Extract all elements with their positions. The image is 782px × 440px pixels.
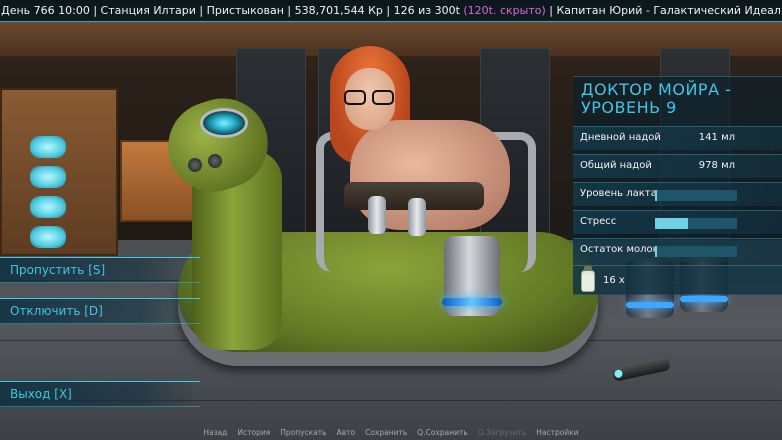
quick-auto-button[interactable]: Авто bbox=[337, 428, 356, 440]
exit-button[interactable]: Выход [X] bbox=[0, 381, 200, 407]
quick-settings-button[interactable]: Настройки bbox=[536, 428, 578, 440]
stat-milk-left: Остаток молока bbox=[573, 238, 782, 262]
stat-total-yield: Общий надой 978 мл bbox=[573, 154, 782, 178]
stat-value: 978 мл bbox=[698, 160, 735, 171]
stress-bar bbox=[655, 218, 737, 229]
glasses-icon bbox=[344, 90, 396, 106]
machine-knob bbox=[208, 154, 222, 168]
quick-qload-button: Q.Загрузить bbox=[477, 428, 527, 437]
collection-canister bbox=[442, 236, 502, 316]
milk-bottle-icon bbox=[581, 266, 595, 292]
machine-knob bbox=[188, 158, 202, 172]
cargo-capacity: 126 из 300t bbox=[393, 4, 460, 17]
quick-skip-button[interactable]: Пропускать bbox=[280, 428, 326, 440]
stat-lactation: Уровень лактации bbox=[573, 182, 782, 206]
stat-stress: Стресс bbox=[573, 210, 782, 234]
quick-save-button[interactable]: Сохранить bbox=[365, 428, 407, 440]
station-name: Станция Илтари bbox=[100, 4, 196, 17]
stat-value: 141 мл bbox=[698, 132, 735, 143]
disable-button[interactable]: Отключить [D] bbox=[0, 298, 200, 324]
stat-label: Общий надой bbox=[580, 160, 652, 171]
hidden-cargo: (120t. скрыто) bbox=[463, 4, 546, 17]
status-bar: День 766 10:00 | Станция Илтари | Присты… bbox=[0, 0, 782, 22]
stat-daily-yield: Дневной надой 141 мл bbox=[573, 126, 782, 150]
skip-button[interactable]: Пропустить [S] bbox=[0, 257, 200, 283]
dock-status: Пристыкован bbox=[206, 4, 284, 17]
suction-cup bbox=[408, 198, 426, 236]
clock: 10:00 bbox=[58, 4, 90, 17]
machine-lens-icon bbox=[200, 108, 248, 138]
quick-qsave-button[interactable]: Q.Сохранить bbox=[417, 428, 467, 440]
inventory-item[interactable]: 16 x bbox=[573, 265, 782, 295]
character-stats-panel: ДОКТОР МОЙРА - УРОВЕНЬ 9 Дневной надой 1… bbox=[573, 76, 782, 295]
item-count: 16 x bbox=[603, 275, 625, 286]
quick-back-button[interactable]: Назад bbox=[203, 428, 227, 440]
milk-left-bar bbox=[655, 246, 737, 257]
character-title: ДОКТОР МОЙРА - УРОВЕНЬ 9 bbox=[581, 80, 732, 117]
quick-history-button[interactable]: История bbox=[237, 428, 270, 440]
stat-label: Дневной надой bbox=[580, 132, 661, 143]
captain-title: Капитан Юрий - Галактический Идеал bbox=[556, 4, 781, 17]
lactation-bar bbox=[655, 190, 737, 201]
day-counter: День 766 bbox=[1, 4, 55, 17]
storage-shelf bbox=[0, 88, 118, 256]
suction-cup bbox=[368, 196, 386, 234]
stat-label: Остаток молока bbox=[580, 244, 665, 255]
stat-label: Стресс bbox=[580, 216, 617, 227]
quick-menu: Назад История Пропускать Авто Сохранить … bbox=[0, 428, 782, 440]
credits: 538,701,544 Кр bbox=[294, 4, 383, 17]
